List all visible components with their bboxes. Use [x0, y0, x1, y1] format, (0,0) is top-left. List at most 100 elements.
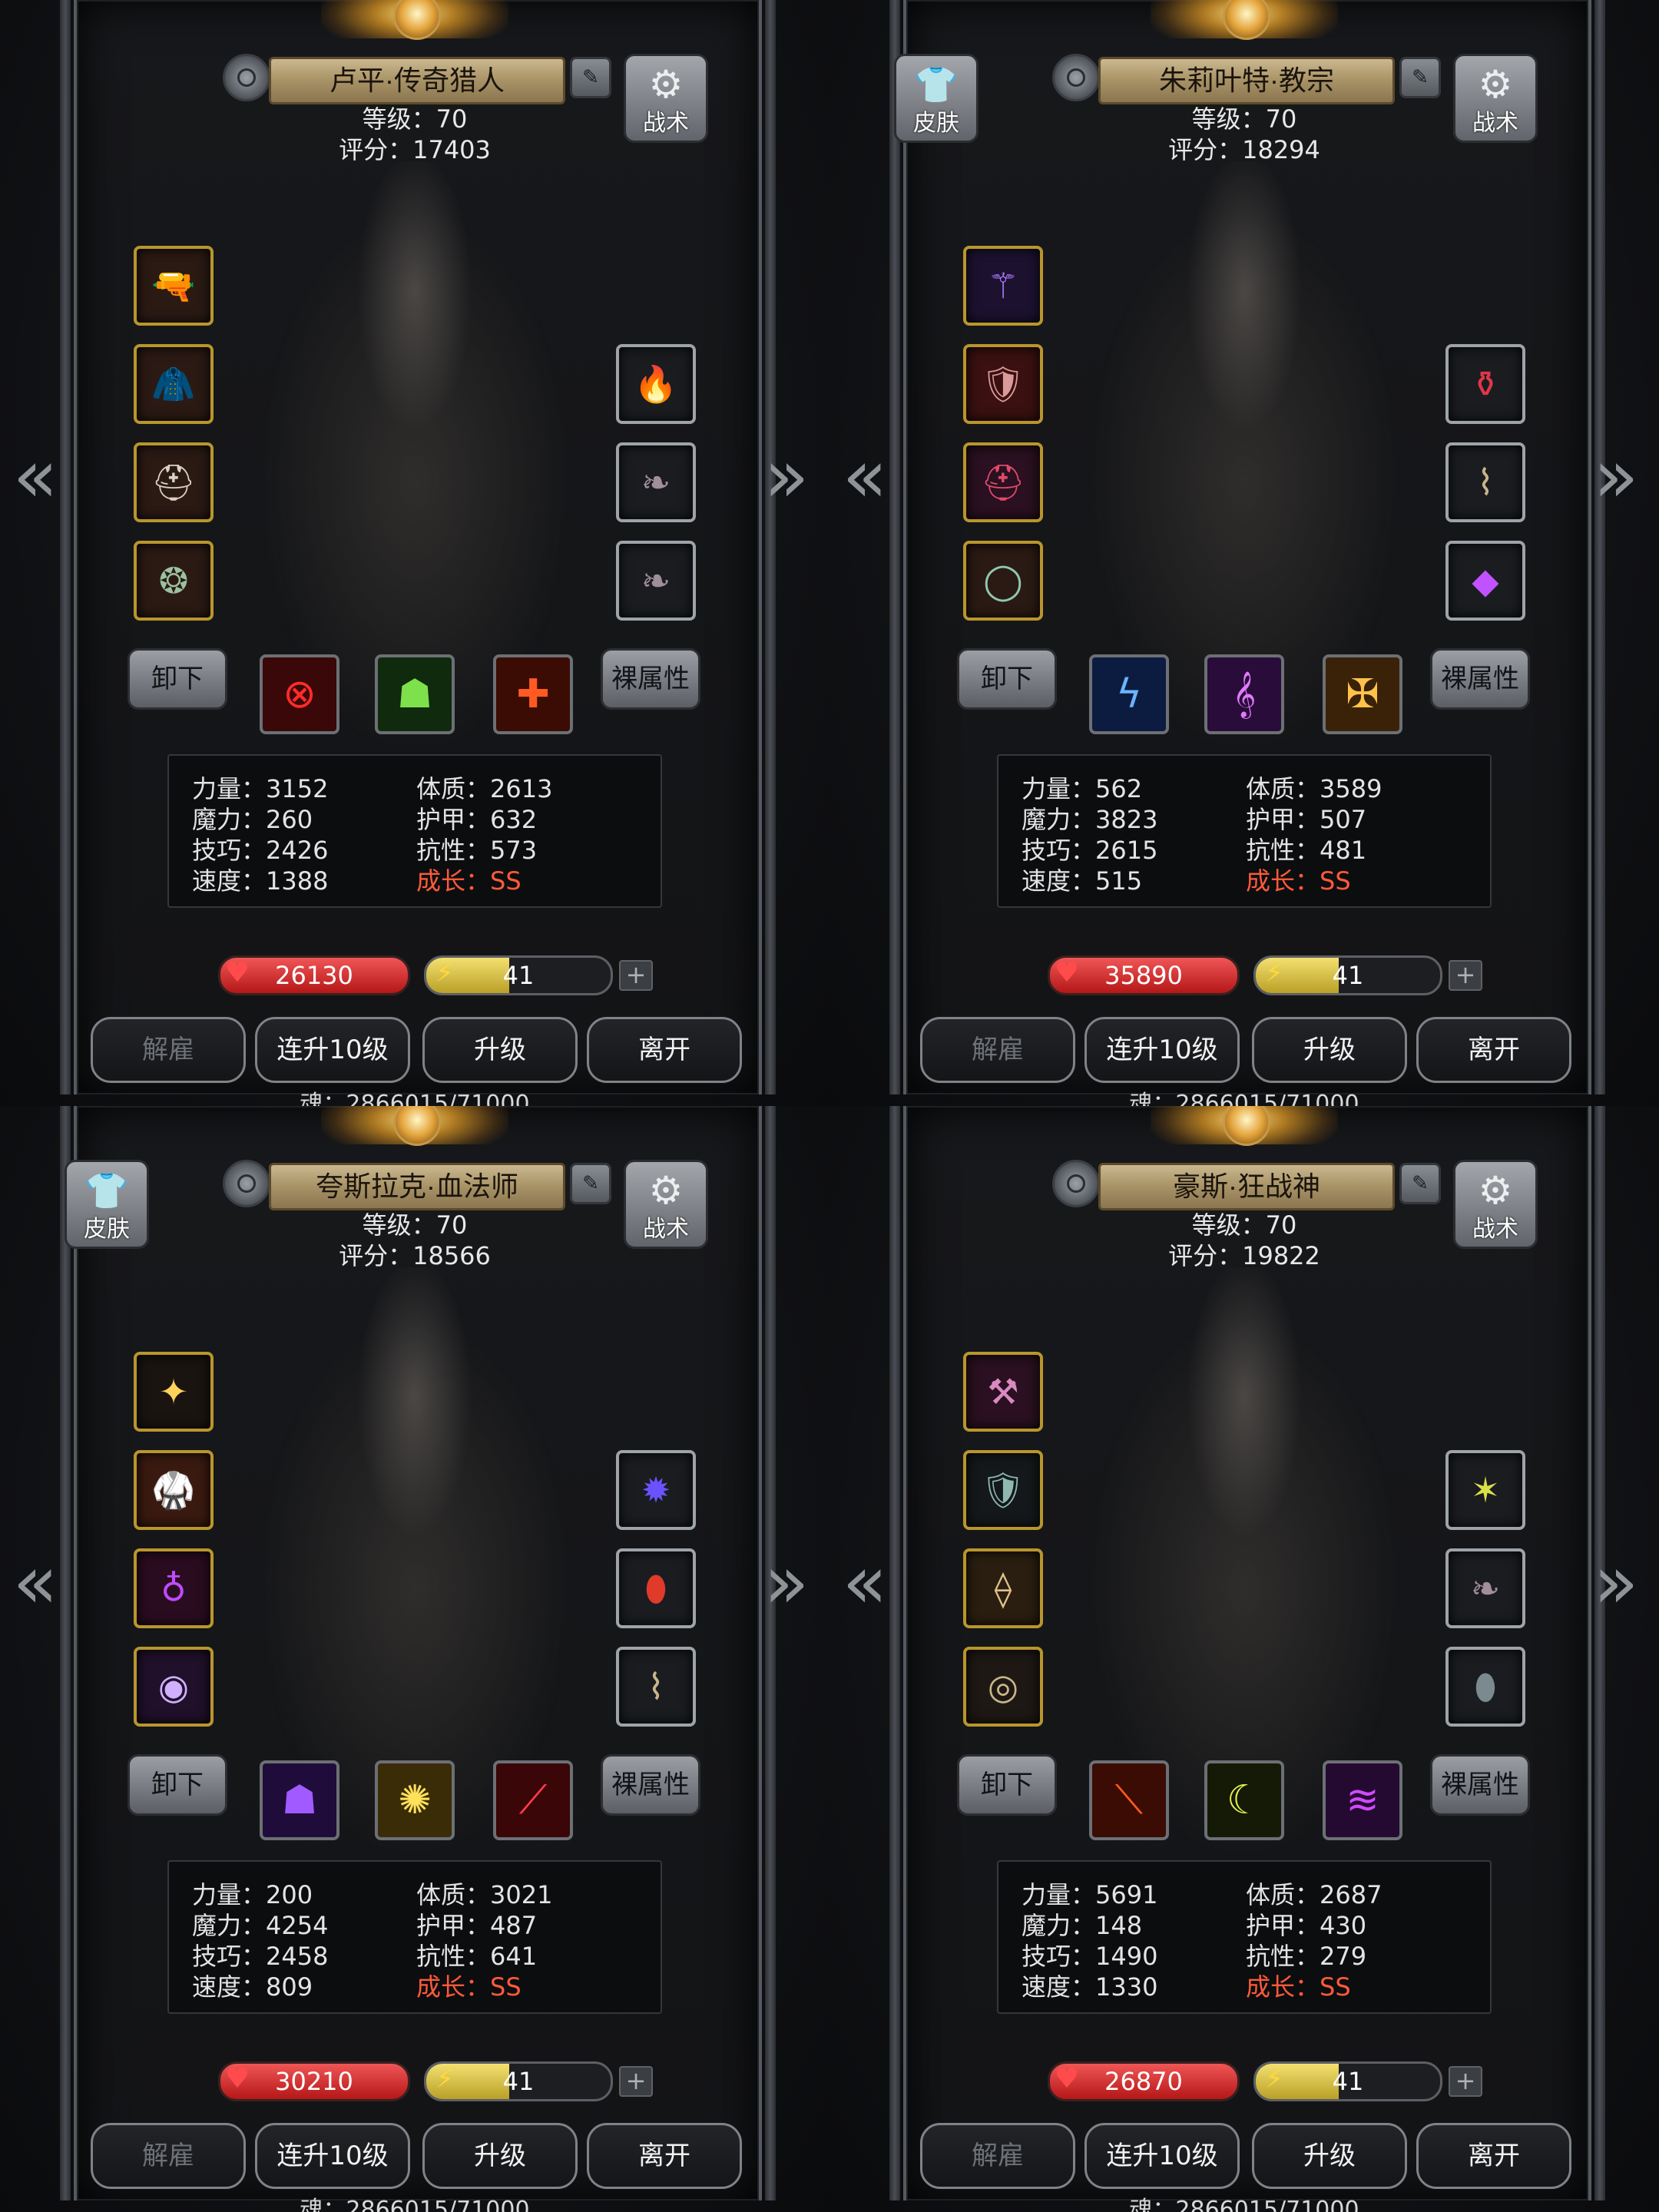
energy-plus-button[interactable]: +	[619, 960, 653, 991]
tactics-button[interactable]: ⚙ 战术	[1453, 54, 1538, 143]
chevron-left-icon[interactable]: «	[842, 1544, 888, 1621]
equip-slot-rune-1[interactable]: 🔥	[616, 344, 696, 424]
energy-plus-button[interactable]: +	[1449, 2066, 1482, 2097]
skill-slot-3[interactable]: ✠	[1323, 654, 1402, 734]
feather-icon: ❧	[1470, 1568, 1501, 1609]
helmet-icon: ⛑	[980, 462, 1026, 503]
chevron-left-icon[interactable]: «	[12, 438, 58, 515]
unequip-button[interactable]: 卸下	[127, 648, 227, 710]
edit-name-icon[interactable]: ✎	[570, 1163, 611, 1204]
tactics-button[interactable]: ⚙ 战术	[624, 1160, 708, 1249]
upgrade-10-button[interactable]: 连升10级	[1084, 2123, 1240, 2189]
chevron-left-icon[interactable]: «	[12, 1544, 58, 1621]
ring-icon: ◯	[983, 560, 1023, 601]
equip-slot-rune-3[interactable]: ⌇	[616, 1647, 696, 1727]
unequip-button[interactable]: 卸下	[957, 648, 1057, 710]
chevron-left-icon[interactable]: «	[842, 438, 888, 515]
equip-slot-rune-3[interactable]: ❧	[616, 541, 696, 621]
equip-slot-rune-1[interactable]: ⚱	[1445, 344, 1525, 424]
base-attr-button[interactable]: 裸属性	[601, 1754, 700, 1816]
equip-slot-weapon[interactable]: ⚚	[963, 246, 1043, 326]
seal-icon[interactable]	[223, 54, 270, 101]
equip-slot-rune-2[interactable]: ⌇	[1445, 442, 1525, 522]
chevron-right-icon[interactable]: »	[1593, 438, 1639, 515]
skill-slot-1[interactable]: ⊗	[260, 654, 339, 734]
seal-icon[interactable]	[1052, 54, 1100, 101]
equip-slot-amulet[interactable]: ❂	[134, 541, 214, 621]
equip-slot-helmet[interactable]: ♁	[134, 1548, 214, 1628]
skill-slot-2[interactable]: ☗	[375, 654, 455, 734]
leave-button[interactable]: 离开	[1416, 2123, 1571, 2189]
upgrade-button[interactable]: 升级	[422, 1017, 578, 1083]
equip-slot-armor[interactable]: 🧥	[134, 344, 214, 424]
equip-slot-rune-3[interactable]: ◆	[1445, 541, 1525, 621]
skill-slot-1[interactable]: ⟍	[1089, 1760, 1169, 1840]
energy-plus-button[interactable]: +	[619, 2066, 653, 2097]
equip-slot-weapon[interactable]: ✦	[134, 1352, 214, 1432]
stat-growth: 成长：SS	[416, 866, 522, 896]
upgrade-10-button[interactable]: 连升10级	[255, 2123, 410, 2189]
equip-slot-amulet[interactable]: ◎	[963, 1647, 1043, 1727]
tactics-button[interactable]: ⚙ 战术	[1453, 1160, 1538, 1249]
skill-slot-1[interactable]: ☗	[260, 1760, 339, 1840]
upgrade-10-button[interactable]: 连升10级	[255, 1017, 410, 1083]
seal-icon[interactable]	[1052, 1160, 1100, 1207]
seal-icon[interactable]	[223, 1160, 270, 1207]
skill-slot-2[interactable]: ✺	[375, 1760, 455, 1840]
leave-button[interactable]: 离开	[587, 1017, 742, 1083]
skill-slot-2[interactable]: 𝄞	[1204, 654, 1284, 734]
equip-slot-rune-2[interactable]: ❧	[1445, 1548, 1525, 1628]
equip-slot-rune-3[interactable]: ⬮	[1445, 1647, 1525, 1727]
skill-slot-3[interactable]: ≋	[1323, 1760, 1402, 1840]
equip-slot-rune-1[interactable]: ✶	[1445, 1450, 1525, 1530]
chevron-right-icon[interactable]: »	[763, 438, 810, 515]
skin-button[interactable]: 👕 皮肤	[894, 54, 979, 143]
base-attr-button[interactable]: 裸属性	[601, 648, 700, 710]
edit-name-icon[interactable]: ✎	[570, 57, 611, 98]
equip-slot-armor[interactable]: 🛡	[963, 1450, 1043, 1530]
chevron-right-icon[interactable]: »	[1593, 1544, 1639, 1621]
unequip-button[interactable]: 卸下	[127, 1754, 227, 1816]
heart-icon: ♥	[1054, 2063, 1080, 2094]
orb-icon: ✹	[641, 1469, 671, 1511]
base-attr-button[interactable]: 裸属性	[1430, 648, 1530, 710]
dismiss-button[interactable]: 解雇	[91, 1017, 246, 1083]
axe-icon: ⚒	[987, 1371, 1019, 1412]
equip-slot-helmet[interactable]: ⛑	[963, 442, 1043, 522]
ring-icon: ◎	[987, 1666, 1019, 1707]
upgrade-button[interactable]: 升级	[1252, 2123, 1407, 2189]
upgrade-button[interactable]: 升级	[422, 2123, 578, 2189]
skill-slot-3[interactable]: ✚	[493, 654, 573, 734]
equip-slot-amulet[interactable]: ◉	[134, 1647, 214, 1727]
equip-slot-helmet[interactable]: ⛑	[134, 442, 214, 522]
equip-slot-helmet[interactable]: ⟠	[963, 1548, 1043, 1628]
chevron-right-icon[interactable]: »	[763, 1544, 810, 1621]
base-attr-button[interactable]: 裸属性	[1430, 1754, 1530, 1816]
dismiss-button[interactable]: 解雇	[920, 1017, 1075, 1083]
equip-slot-armor[interactable]: 🛡	[963, 344, 1043, 424]
upgrade-button[interactable]: 升级	[1252, 1017, 1407, 1083]
equip-slot-rune-2[interactable]: ❧	[616, 442, 696, 522]
dismiss-button[interactable]: 解雇	[920, 2123, 1075, 2189]
leave-button[interactable]: 离开	[587, 2123, 742, 2189]
scroll-icon: ⌇	[647, 1666, 665, 1707]
dismiss-button[interactable]: 解雇	[91, 2123, 246, 2189]
upgrade-10-button[interactable]: 连升10级	[1084, 1017, 1240, 1083]
unequip-button[interactable]: 卸下	[957, 1754, 1057, 1816]
skill-slot-2[interactable]: ☾	[1204, 1760, 1284, 1840]
skill-slot-1[interactable]: ϟ	[1089, 654, 1169, 734]
edit-name-icon[interactable]: ✎	[1399, 57, 1441, 98]
energy-plus-button[interactable]: +	[1449, 960, 1482, 991]
lightning-skill-icon: ϟ	[1115, 671, 1143, 717]
edit-name-icon[interactable]: ✎	[1399, 1163, 1441, 1204]
leave-button[interactable]: 离开	[1416, 1017, 1571, 1083]
tactics-button[interactable]: ⚙ 战术	[624, 54, 708, 143]
equip-slot-rune-1[interactable]: ✹	[616, 1450, 696, 1530]
equip-slot-amulet[interactable]: ◯	[963, 541, 1043, 621]
skill-slot-3[interactable]: ⟋	[493, 1760, 573, 1840]
equip-slot-armor[interactable]: 🥋	[134, 1450, 214, 1530]
skin-button[interactable]: 👕 皮肤	[65, 1160, 149, 1249]
equip-slot-rune-2[interactable]: ⬮	[616, 1548, 696, 1628]
equip-slot-weapon[interactable]: 🔫	[134, 246, 214, 326]
equip-slot-weapon[interactable]: ⚒	[963, 1352, 1043, 1432]
